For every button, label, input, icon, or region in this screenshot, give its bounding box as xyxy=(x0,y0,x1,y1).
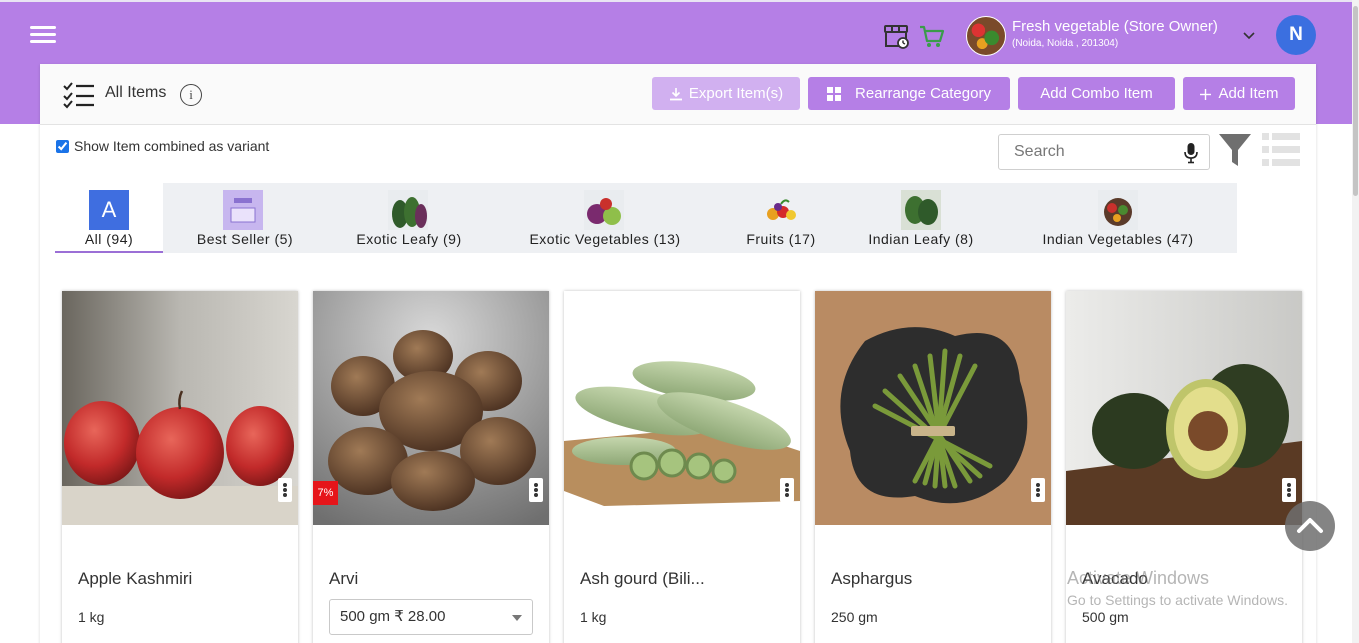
store-avatar[interactable] xyxy=(966,16,1006,56)
variant-checkbox[interactable] xyxy=(56,139,69,153)
product-image xyxy=(1066,291,1302,525)
product-card[interactable]: Avacado 500 gm xyxy=(1066,291,1302,643)
rearrange-category-label: Rearrange Category xyxy=(855,85,991,102)
product-quantity: 500 gm xyxy=(1082,609,1129,625)
search-box xyxy=(998,134,1210,170)
scroll-to-top-button[interactable] xyxy=(1285,501,1335,551)
chevron-up-icon xyxy=(1297,518,1323,533)
product-name: Apple Kashmiri xyxy=(78,569,193,588)
more-options-icon[interactable] xyxy=(529,478,543,502)
more-options-icon[interactable] xyxy=(1282,478,1296,502)
store-icon[interactable] xyxy=(883,22,911,50)
rearrange-category-button[interactable]: Rearrange Category xyxy=(808,77,1010,110)
category-tab-indian-vegetables[interactable]: Indian Vegetables (47) xyxy=(999,183,1237,253)
cart-icon[interactable] xyxy=(918,22,946,50)
product-card[interactable]: Apple Kashmiri 1 kg xyxy=(62,291,298,643)
more-options-icon[interactable] xyxy=(1031,478,1045,502)
filter-icon[interactable] xyxy=(1218,132,1252,168)
grid-icon xyxy=(827,87,842,102)
category-tabs: A All (94) Best Seller (5) Exotic Leafy … xyxy=(55,183,1237,253)
category-thumb-all: A xyxy=(89,190,129,230)
microphone-icon[interactable] xyxy=(1183,142,1199,164)
product-image xyxy=(313,291,549,525)
more-options-icon[interactable] xyxy=(780,478,794,502)
category-label: All (94) xyxy=(84,231,134,247)
product-image xyxy=(564,291,800,525)
category-label: Best Seller (5) xyxy=(196,231,294,247)
windows-activation-hint: Go to Settings to activate Windows. xyxy=(1067,592,1288,608)
category-tab-indian-leafy[interactable]: Indian Leafy (8) xyxy=(843,183,999,253)
windows-activation-title: Activate Windows xyxy=(1067,568,1210,588)
indian-leafy-thumb-icon xyxy=(901,190,941,230)
exotic-leafy-thumb-icon xyxy=(388,190,428,230)
exotic-vegetables-thumb-icon xyxy=(584,190,624,230)
product-card[interactable]: Asphargus 250 gm xyxy=(815,291,1051,643)
add-combo-item-label: Add Combo Item xyxy=(1040,85,1153,102)
variant-toggle[interactable]: Show Item combined as variant xyxy=(56,138,269,154)
list-view-icon[interactable] xyxy=(1262,131,1300,169)
info-icon[interactable]: i xyxy=(180,84,202,106)
best-seller-thumb-icon xyxy=(223,190,263,230)
more-options-icon[interactable] xyxy=(278,478,292,502)
product-image xyxy=(62,291,298,525)
category-tab-fruits[interactable]: Fruits (17) xyxy=(719,183,843,253)
product-quantity: 1 kg xyxy=(78,609,105,625)
product-quantity: 1 kg xyxy=(580,609,607,625)
product-card[interactable]: Ash gourd (Bili... 1 kg xyxy=(564,291,800,643)
product-name: Asphargus xyxy=(831,569,913,588)
plus-icon xyxy=(1200,88,1212,100)
indian-vegetables-thumb-icon xyxy=(1098,190,1138,230)
page-scrollbar[interactable] xyxy=(1352,0,1359,643)
category-label: Fruits (17) xyxy=(746,231,816,247)
search-input[interactable] xyxy=(999,135,1179,169)
add-item-label: Add Item xyxy=(1218,85,1279,102)
scrollbar-thumb[interactable] xyxy=(1353,6,1358,196)
category-label: Exotic Leafy (9) xyxy=(356,231,462,247)
chevron-down-icon[interactable] xyxy=(1242,28,1256,42)
page-title: All Items xyxy=(105,84,167,101)
variant-select[interactable]: 500 gm ₹ 28.00 xyxy=(329,599,533,635)
category-label: Indian Vegetables (47) xyxy=(1042,231,1194,247)
items-panel: All Items i Export Item(s) Rearrange Cat… xyxy=(40,64,1316,643)
category-tab-best-seller[interactable]: Best Seller (5) xyxy=(163,183,327,253)
product-card[interactable]: 7% Arvi 500 gm ₹ 28.00 xyxy=(313,291,549,643)
hamburger-menu-icon[interactable] xyxy=(30,26,56,44)
user-avatar[interactable]: N xyxy=(1276,15,1316,55)
store-location: (Noida, Noida , 201304) xyxy=(1012,38,1119,49)
checklist-icon xyxy=(63,82,94,109)
category-tab-exotic-vegetables[interactable]: Exotic Vegetables (13) xyxy=(491,183,719,253)
variant-select-value: 500 gm ₹ 28.00 xyxy=(340,608,446,625)
category-tab-all[interactable]: A All (94) xyxy=(55,183,163,253)
panel-header: All Items i Export Item(s) Rearrange Cat… xyxy=(40,64,1316,125)
product-quantity: 250 gm xyxy=(831,609,878,625)
download-icon xyxy=(669,88,682,101)
export-items-button[interactable]: Export Item(s) xyxy=(652,77,800,110)
caret-down-icon xyxy=(512,615,522,621)
category-tab-exotic-leafy[interactable]: Exotic Leafy (9) xyxy=(327,183,491,253)
store-name[interactable]: Fresh vegetable (Store Owner) xyxy=(1012,18,1218,35)
export-items-label: Export Item(s) xyxy=(688,85,784,102)
product-name: Ash gourd (Bili... xyxy=(580,569,705,588)
add-item-button[interactable]: Add Item xyxy=(1183,77,1295,110)
variant-label: Show Item combined as variant xyxy=(74,138,270,154)
fruits-thumb-icon xyxy=(767,199,796,220)
product-image xyxy=(815,291,1051,525)
product-name: Arvi xyxy=(329,569,359,588)
discount-badge: 7% xyxy=(313,481,338,505)
category-label: Indian Leafy (8) xyxy=(868,231,974,247)
category-label: Exotic Vegetables (13) xyxy=(529,231,681,247)
add-combo-item-button[interactable]: Add Combo Item xyxy=(1018,77,1175,110)
